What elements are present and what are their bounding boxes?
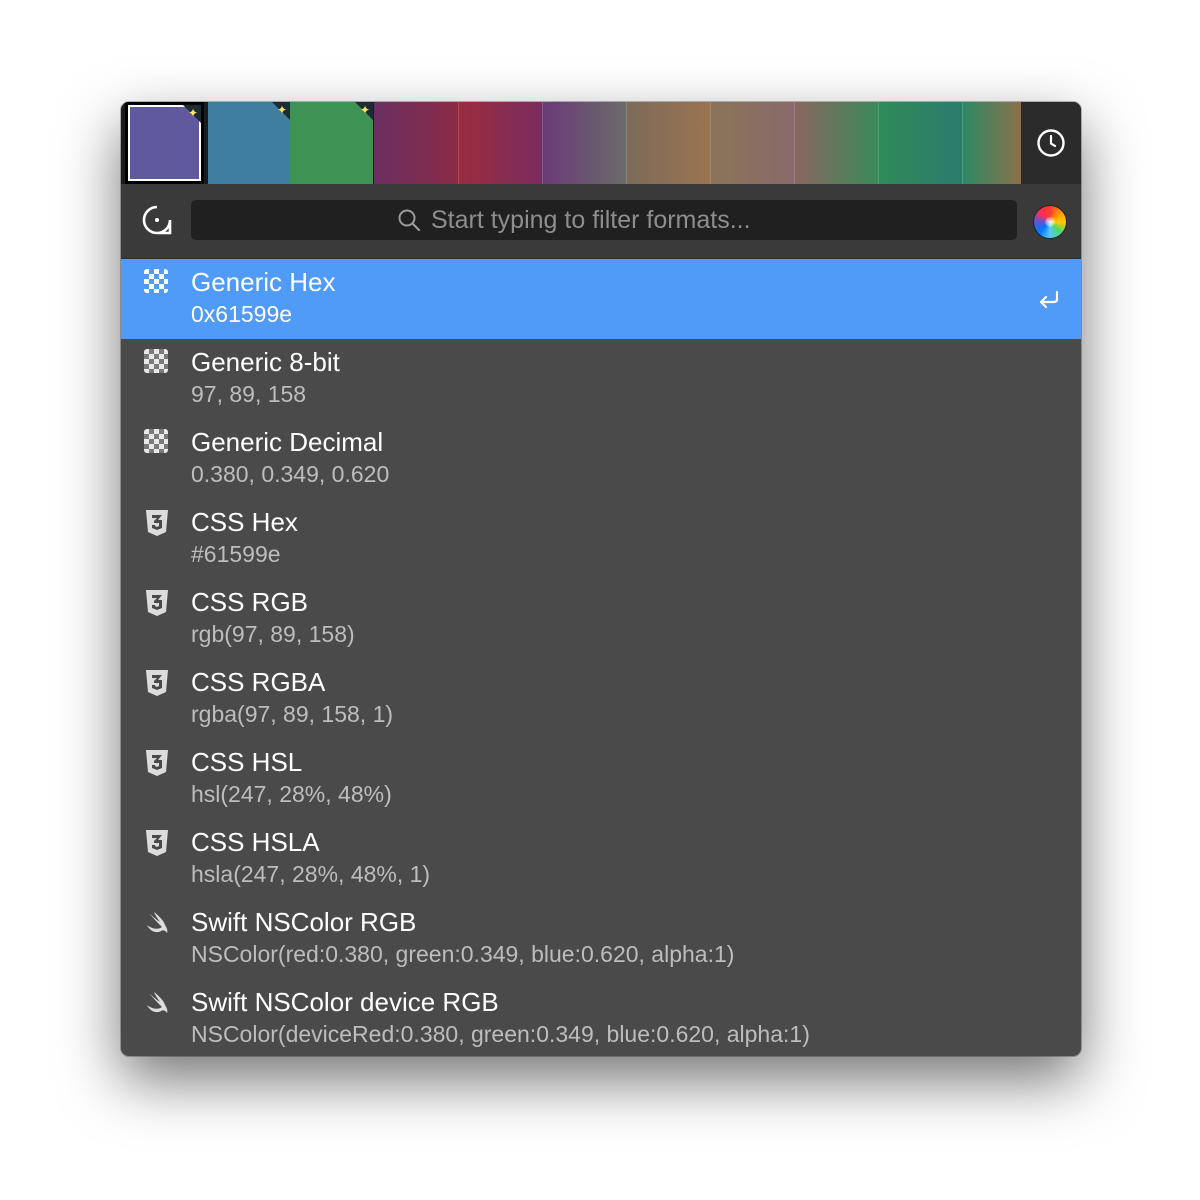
checker-icon (144, 349, 168, 373)
gradient-swatch[interactable] (878, 102, 962, 184)
format-row[interactable]: CSS HSLA hsla(247, 28%, 48%, 1) (121, 819, 1081, 899)
format-value: hsla(247, 28%, 48%, 1) (191, 861, 431, 887)
search-bar (121, 184, 1081, 259)
checker-icon (144, 269, 168, 293)
gradient-swatch[interactable] (626, 102, 710, 184)
format-value: 97, 89, 158 (191, 381, 307, 407)
swatch-divider (626, 102, 627, 184)
format-row[interactable]: Generic Decimal 0.380, 0.349, 0.620 (121, 419, 1081, 499)
search-icon (398, 209, 421, 232)
format-value: hsl(247, 28%, 48%) (191, 781, 392, 807)
format-row[interactable]: Swift NSColor RGB NSColor(red:0.380, gree… (121, 899, 1081, 979)
loupe-icon[interactable] (141, 204, 173, 238)
gradient-swatch[interactable] (710, 102, 794, 184)
swatch-divider (710, 102, 711, 184)
format-name: CSS Hex (191, 507, 298, 537)
color-picker-window: ✦ ✦ ✦ Gene (121, 102, 1081, 1056)
gradient-swatch[interactable] (458, 102, 542, 184)
format-name: Generic Hex (191, 267, 336, 297)
color-swatch-strip: ✦ ✦ ✦ (121, 102, 1081, 184)
gradient-swatch[interactable] (962, 102, 1021, 184)
swift-icon (147, 992, 168, 1013)
history-button[interactable] (1021, 102, 1081, 184)
format-name: Generic Decimal (191, 427, 384, 457)
format-row[interactable]: CSS HSL hsl(247, 28%, 48%) (121, 739, 1081, 819)
search-input[interactable] (431, 205, 811, 235)
format-value: #61599e (191, 541, 281, 567)
sparkle-icon: ✦ (187, 106, 198, 120)
format-name: CSS RGB (191, 587, 309, 617)
swatch-1[interactable]: ✦ (208, 102, 290, 184)
gradient-swatch[interactable] (794, 102, 878, 184)
swatch-divider (458, 102, 459, 184)
format-row[interactable]: CSS RGB rgb(97, 89, 158) (121, 579, 1081, 659)
swatch-divider (794, 102, 795, 184)
gradient-swatch[interactable] (542, 102, 626, 184)
css3-icon (146, 590, 168, 616)
format-value: NSColor(deviceRed:0.380, green:0.349, bl… (191, 1021, 810, 1047)
format-name: CSS HSL (191, 747, 303, 777)
swatch-divider (878, 102, 879, 184)
swatch-divider (962, 102, 963, 184)
format-row[interactable]: CSS Hex #61599e (121, 499, 1081, 579)
format-row[interactable]: CSS RGBA rgba(97, 89, 158, 1) (121, 659, 1081, 739)
return-key-icon (1039, 290, 1059, 309)
swatch-0[interactable]: ✦ (125, 102, 204, 184)
gradient-swatch[interactable] (374, 102, 458, 184)
sparkle-icon: ✦ (359, 103, 370, 117)
css3-icon (146, 830, 168, 856)
format-row[interactable]: Generic Hex 0x61599e (121, 259, 1081, 339)
format-row[interactable]: Generic 8-bit 97, 89, 158 (121, 339, 1081, 419)
format-list: Generic Hex 0x61599e Generic 8-bit 97, 89, … (121, 259, 1081, 1056)
format-value: 0x61599e (191, 301, 293, 327)
format-value: NSColor(red:0.380, green:0.349, blue:0.6… (191, 941, 735, 967)
swatch-divider (542, 102, 543, 184)
format-row[interactable]: Swift NSColor device RGB NSColor(deviceRe… (121, 979, 1081, 1056)
checker-icon (144, 429, 168, 453)
search-field[interactable] (191, 200, 1017, 240)
format-value: rgba(97, 89, 158, 1) (191, 701, 394, 727)
format-name: Generic 8-bit (191, 347, 340, 377)
format-name: CSS RGBA (191, 667, 326, 697)
format-name: CSS HSLA (191, 827, 320, 857)
format-name: Swift NSColor RGB (191, 907, 417, 937)
css3-icon (146, 510, 168, 536)
css3-icon (146, 750, 168, 776)
format-value: rgb(97, 89, 158) (191, 621, 355, 647)
format-name: Swift NSColor device RGB (191, 987, 499, 1017)
format-value: 0.380, 0.349, 0.620 (191, 461, 390, 487)
css3-icon (146, 670, 168, 696)
sparkle-icon: ✦ (276, 103, 287, 117)
swatch-2[interactable]: ✦ (290, 102, 373, 184)
color-wheel-icon[interactable] (1033, 205, 1067, 239)
clock-icon (1037, 129, 1065, 157)
swift-icon (147, 912, 168, 933)
